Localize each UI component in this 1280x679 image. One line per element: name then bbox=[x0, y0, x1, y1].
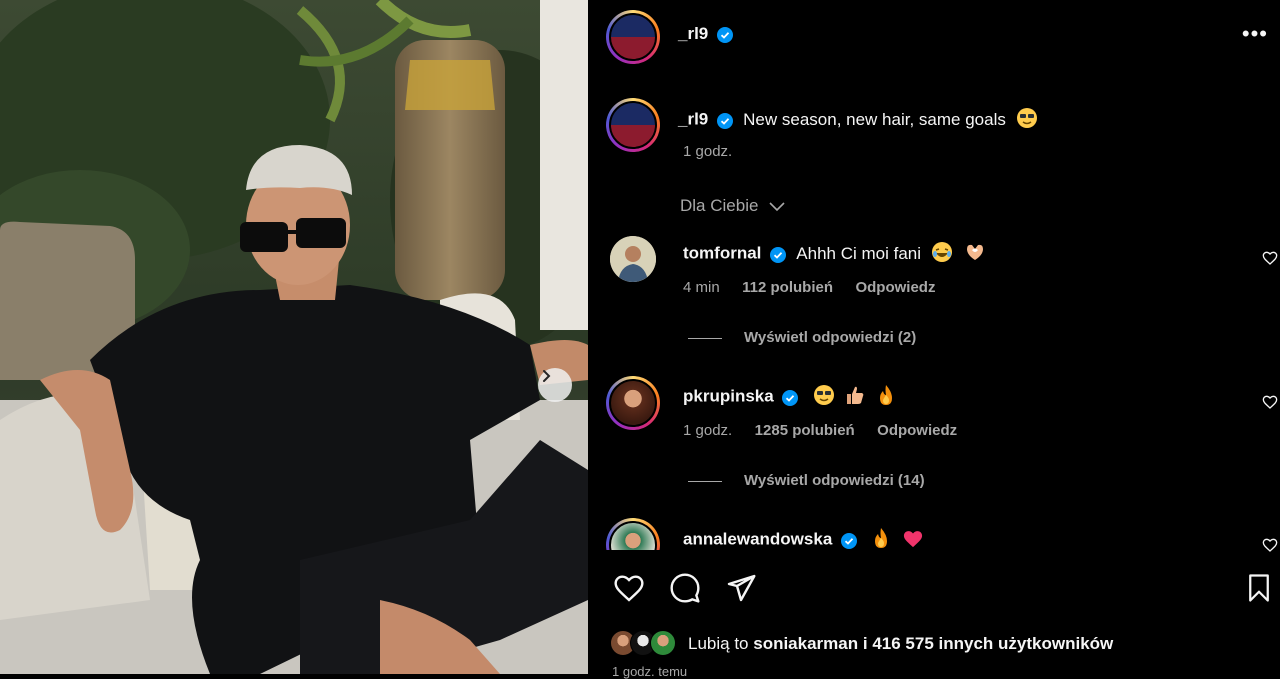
sunglasses-emoji-icon bbox=[1016, 107, 1038, 134]
comment-row: annalewandowska bbox=[683, 527, 924, 550]
comment-heart-icon[interactable] bbox=[1262, 250, 1278, 266]
comment-username[interactable]: annalewandowska bbox=[683, 530, 832, 549]
verified-icon bbox=[769, 246, 786, 263]
verified-icon bbox=[840, 532, 857, 549]
verified-icon bbox=[782, 389, 799, 406]
likes-user[interactable]: soniakarman bbox=[753, 634, 858, 653]
author-avatar[interactable] bbox=[606, 10, 660, 64]
comment-heart-icon[interactable] bbox=[1262, 537, 1278, 553]
reply-button[interactable]: Odpowiedz bbox=[877, 422, 957, 439]
comment-row: tomfornal Ahhh Ci moi fani bbox=[683, 241, 986, 268]
comment-username[interactable]: tomfornal bbox=[683, 244, 761, 263]
verified-icon bbox=[716, 26, 733, 43]
comment-avatar[interactable] bbox=[606, 376, 660, 430]
comment-clip: annalewandowska bbox=[588, 510, 1280, 550]
bookmark-icon[interactable] bbox=[1244, 572, 1274, 604]
thumbs-up-emoji-icon bbox=[845, 384, 865, 411]
likes-prefix: Lubią to bbox=[688, 634, 749, 653]
comment-time: 4 min bbox=[683, 279, 720, 296]
comment-avatar[interactable] bbox=[606, 518, 660, 550]
comments-panel: _rl9 ••• _rl9 New season, new hair, same… bbox=[588, 0, 1280, 679]
comment-username[interactable]: pkrupinska bbox=[683, 387, 774, 406]
caption-avatar[interactable] bbox=[606, 98, 660, 152]
heart-emoji-icon bbox=[902, 528, 924, 550]
comment-filter-label: Dla Ciebie bbox=[680, 196, 759, 215]
liker-avatars[interactable] bbox=[610, 630, 680, 656]
sunglasses-emoji-icon bbox=[813, 384, 835, 411]
chevron-down-icon bbox=[769, 201, 785, 211]
likes-count[interactable]: 416 575 bbox=[872, 634, 933, 653]
view-replies-label: Wyświetl odpowiedzi (2) bbox=[744, 329, 917, 346]
post-image bbox=[0, 0, 588, 674]
likes-suffix[interactable]: innych użytkowników bbox=[939, 634, 1114, 653]
comment-filter[interactable]: Dla Ciebie bbox=[680, 196, 785, 216]
comment-meta: 1 godz. 1285 polubień Odpowiedz bbox=[683, 422, 957, 440]
header-username-row: _rl9 bbox=[678, 24, 733, 44]
heart-icon[interactable] bbox=[612, 572, 646, 604]
comment-time: 1 godz. bbox=[683, 422, 733, 439]
caption-username[interactable]: _rl9 bbox=[678, 110, 708, 129]
liker-avatar bbox=[650, 630, 676, 656]
header-username[interactable]: _rl9 bbox=[678, 24, 708, 43]
likes-summary: Lubią to soniakarman i 416 575 innych uż… bbox=[688, 634, 1113, 654]
comment-meta: 4 min 112 polubień Odpowiedz bbox=[683, 279, 935, 297]
comment-row: pkrupinska bbox=[683, 384, 896, 411]
replies-line bbox=[688, 480, 722, 482]
laughing-emoji-icon bbox=[931, 241, 953, 268]
reply-button[interactable]: Odpowiedz bbox=[855, 279, 935, 296]
more-icon[interactable]: ••• bbox=[1242, 23, 1268, 45]
view-replies-label: Wyświetl odpowiedzi (14) bbox=[744, 472, 925, 489]
comment-text: Ahhh Ci moi fani bbox=[796, 243, 922, 263]
likes-middle: i bbox=[862, 634, 868, 653]
chevron-right-icon bbox=[543, 370, 551, 382]
post-time: 1 godz. temu bbox=[612, 664, 688, 679]
comment-likes[interactable]: 112 polubień bbox=[742, 279, 833, 296]
comment-icon[interactable] bbox=[668, 572, 702, 604]
replies-line bbox=[688, 337, 722, 339]
comment-avatar[interactable] bbox=[610, 236, 656, 282]
fire-emoji-icon bbox=[876, 384, 896, 411]
next-photo-button[interactable] bbox=[538, 368, 572, 402]
caption-row: _rl9 New season, new hair, same goals bbox=[678, 107, 1038, 134]
share-icon[interactable] bbox=[724, 572, 758, 604]
fire-emoji-icon bbox=[871, 527, 891, 550]
comment-heart-icon[interactable] bbox=[1262, 394, 1278, 410]
verified-icon bbox=[716, 112, 733, 129]
caption-time: 1 godz. bbox=[683, 143, 733, 160]
comment-likes[interactable]: 1285 polubień bbox=[755, 422, 855, 439]
caption-text: New season, new hair, same goals bbox=[743, 109, 1006, 129]
heart-hands-emoji-icon bbox=[964, 241, 986, 268]
view-replies[interactable]: Wyświetl odpowiedzi (14) bbox=[688, 472, 925, 489]
view-replies[interactable]: Wyświetl odpowiedzi (2) bbox=[688, 329, 916, 346]
post-photo bbox=[0, 0, 588, 674]
